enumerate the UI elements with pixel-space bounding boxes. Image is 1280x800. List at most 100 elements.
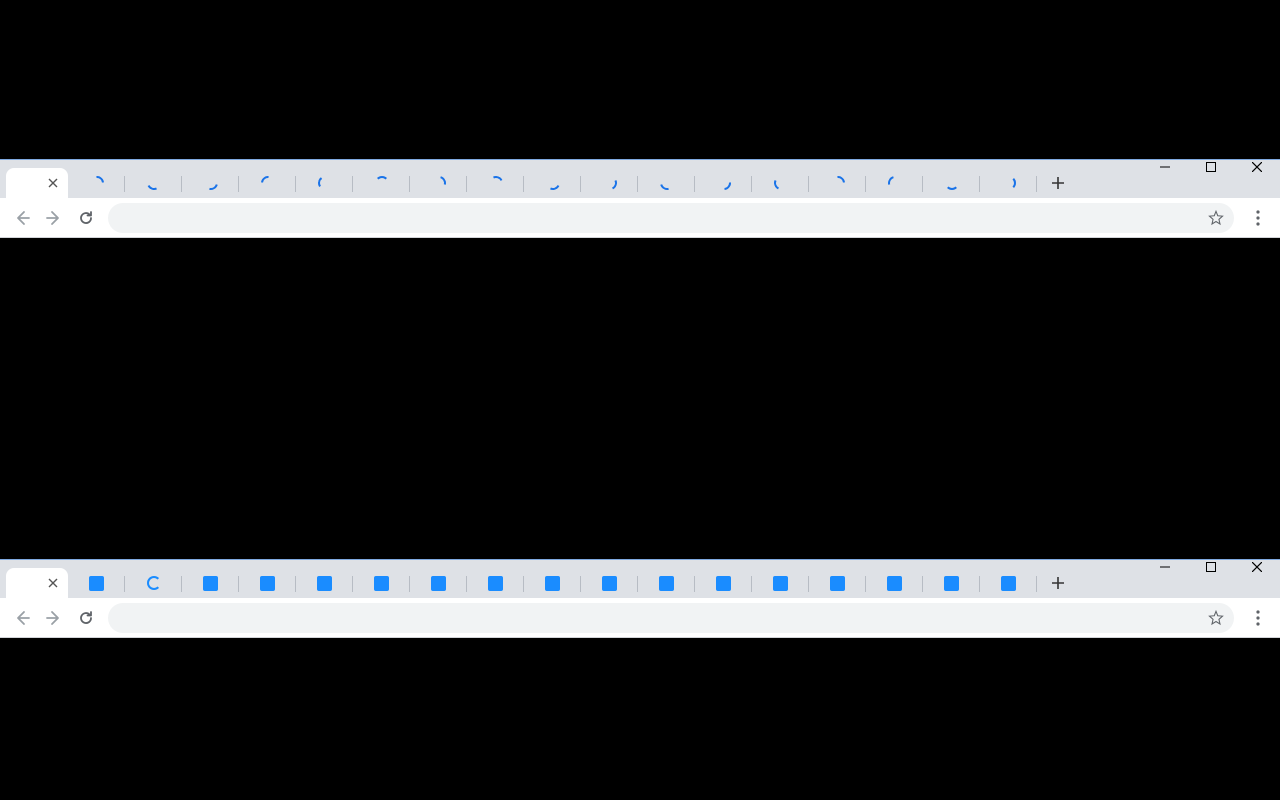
tab-loading[interactable]	[239, 168, 296, 198]
tab[interactable]	[809, 568, 866, 598]
forward-button[interactable]	[38, 202, 70, 234]
minimize-icon	[1160, 162, 1170, 172]
favicon-icon	[830, 576, 845, 591]
tab-loading[interactable]	[752, 168, 809, 198]
browser-window-top	[0, 159, 1280, 238]
tab-loading[interactable]	[125, 568, 182, 598]
bookmark-star-icon[interactable]	[1208, 610, 1224, 626]
tab[interactable]	[752, 568, 809, 598]
bookmark-star-icon[interactable]	[1208, 210, 1224, 226]
tab[interactable]	[239, 568, 296, 598]
arrow-left-icon	[13, 609, 31, 627]
loading-spinner-icon	[544, 174, 562, 192]
favicon-icon	[317, 576, 332, 591]
tab-close-icon[interactable]	[48, 178, 58, 188]
tab[interactable]	[410, 568, 467, 598]
favicon-icon	[89, 576, 104, 591]
tab[interactable]	[353, 568, 410, 598]
favicon-icon	[203, 576, 218, 591]
window-controls	[1142, 560, 1280, 574]
favicon-icon	[1001, 576, 1016, 591]
favicon-icon	[260, 576, 275, 591]
address-bar[interactable]	[108, 203, 1234, 233]
browser-window-bottom	[0, 559, 1280, 638]
tab-loading[interactable]	[809, 168, 866, 198]
loading-spinner-icon	[375, 176, 389, 190]
address-bar[interactable]	[108, 603, 1234, 633]
plus-icon	[1051, 576, 1065, 590]
tab[interactable]	[182, 568, 239, 598]
minimize-button[interactable]	[1142, 560, 1188, 574]
tab-loading[interactable]	[410, 168, 467, 198]
tab[interactable]	[695, 568, 752, 598]
tab-loading[interactable]	[467, 168, 524, 198]
tab-active[interactable]	[6, 168, 68, 198]
tab[interactable]	[923, 568, 980, 598]
tab-loading[interactable]	[296, 168, 353, 198]
maximize-button[interactable]	[1188, 160, 1234, 174]
loading-spinner-icon	[429, 173, 448, 192]
favicon-icon	[659, 576, 674, 591]
back-button[interactable]	[6, 602, 38, 634]
tab-loading[interactable]	[182, 168, 239, 198]
tab[interactable]	[524, 568, 581, 598]
loading-spinner-icon	[657, 173, 676, 192]
menu-button[interactable]	[1242, 602, 1274, 634]
loading-spinner-icon	[145, 174, 163, 192]
loading-spinner-icon	[601, 174, 619, 192]
loading-spinner-icon	[1002, 176, 1016, 190]
plus-icon	[1051, 176, 1065, 190]
tab[interactable]	[68, 568, 125, 598]
loading-spinner-icon	[885, 173, 904, 192]
tab[interactable]	[467, 568, 524, 598]
arrow-left-icon	[13, 209, 31, 227]
tab-loading[interactable]	[353, 168, 410, 198]
kebab-menu-icon	[1256, 610, 1260, 626]
new-tab-button[interactable]	[1043, 168, 1073, 198]
tab-loading[interactable]	[695, 168, 752, 198]
new-tab-button[interactable]	[1043, 568, 1073, 598]
tab[interactable]	[581, 568, 638, 598]
loading-spinner-icon	[487, 174, 505, 192]
favicon-icon	[944, 576, 959, 591]
forward-button[interactable]	[38, 602, 70, 634]
close-window-button[interactable]	[1234, 560, 1280, 574]
tab-loading[interactable]	[581, 168, 638, 198]
tab-loading[interactable]	[638, 168, 695, 198]
close-icon	[1252, 562, 1262, 572]
tab-loading[interactable]	[125, 168, 182, 198]
tab[interactable]	[638, 568, 695, 598]
favicon-icon	[602, 576, 617, 591]
loading-spinner-icon	[945, 176, 959, 190]
maximize-icon	[1206, 562, 1216, 572]
favicon-icon	[374, 576, 389, 591]
minimize-button[interactable]	[1142, 160, 1188, 174]
tab-loading[interactable]	[923, 168, 980, 198]
tab[interactable]	[980, 568, 1037, 598]
reload-button[interactable]	[70, 202, 102, 234]
menu-button[interactable]	[1242, 202, 1274, 234]
tab[interactable]	[866, 568, 923, 598]
loading-spinner-icon	[258, 173, 278, 193]
reload-button[interactable]	[70, 602, 102, 634]
back-button[interactable]	[6, 202, 38, 234]
tab[interactable]	[296, 568, 353, 598]
maximize-button[interactable]	[1188, 560, 1234, 574]
loading-spinner-icon	[87, 173, 107, 193]
minimize-icon	[1160, 562, 1170, 572]
tab-close-icon[interactable]	[48, 578, 58, 588]
favicon-icon	[545, 576, 560, 591]
close-icon	[1252, 162, 1262, 172]
favicon-icon	[887, 576, 902, 591]
loading-spinner-icon	[316, 175, 332, 191]
tab-active[interactable]	[6, 568, 68, 598]
tab-loading[interactable]	[524, 168, 581, 198]
tab-loading[interactable]	[980, 168, 1037, 198]
tab-loading[interactable]	[866, 168, 923, 198]
kebab-menu-icon	[1256, 210, 1260, 226]
loading-spinner-icon	[201, 173, 220, 192]
arrow-right-icon	[45, 209, 63, 227]
close-window-button[interactable]	[1234, 160, 1280, 174]
tab-loading[interactable]	[68, 168, 125, 198]
toolbar	[0, 198, 1280, 238]
